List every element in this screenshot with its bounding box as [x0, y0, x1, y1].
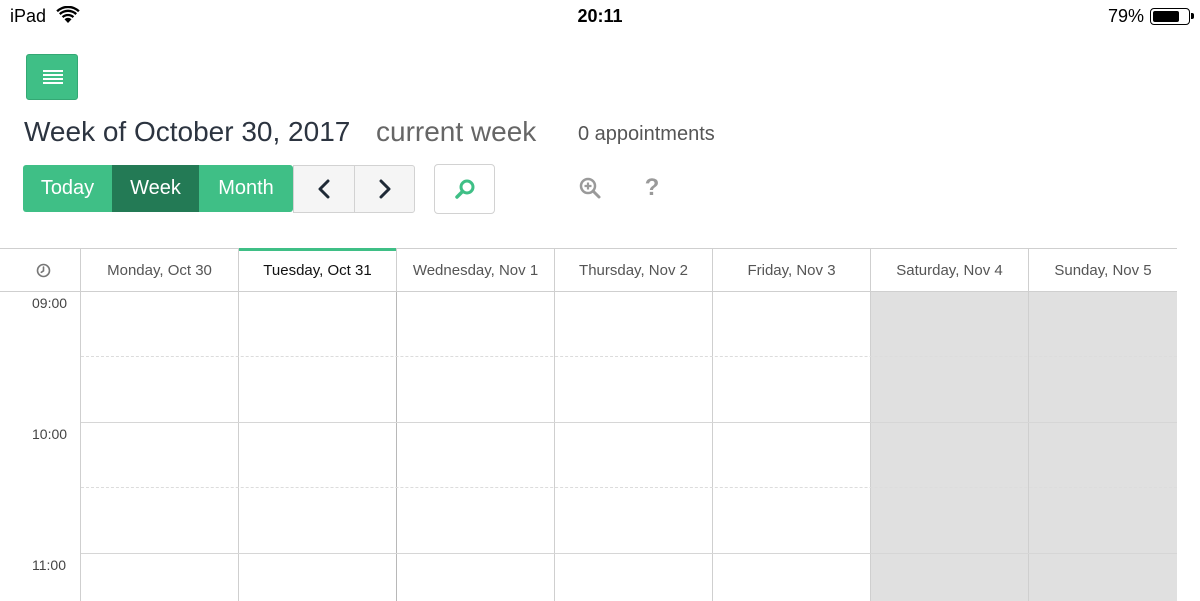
half-hour-line: [81, 356, 1177, 357]
battery-icon: [1150, 8, 1194, 25]
menu-button[interactable]: [26, 54, 78, 100]
battery-percent: 79%: [1107, 6, 1144, 26]
clock-icon: [36, 263, 51, 278]
search-button[interactable]: [434, 164, 495, 214]
chevron-left-icon: [318, 179, 330, 199]
page-title: Week of October 30, 2017: [24, 116, 351, 147]
hamburger-menu-icon: [43, 70, 63, 85]
help-button[interactable]: ?: [640, 174, 664, 202]
search-icon: [454, 179, 474, 199]
day-column-wed[interactable]: [397, 292, 555, 601]
day-header-sun[interactable]: Sunday, Nov 5: [1029, 249, 1177, 291]
day-header-mon[interactable]: Monday, Oct 30: [81, 249, 239, 291]
week-view-button[interactable]: Week: [112, 165, 199, 212]
day-header-sat[interactable]: Saturday, Nov 4: [871, 249, 1029, 291]
time-label-0900: 09:00: [32, 295, 68, 311]
zoom-in-icon: [579, 177, 601, 199]
today-button[interactable]: Today: [23, 165, 112, 212]
day-column-mon[interactable]: [81, 292, 239, 601]
clock-time: 20:11: [577, 6, 623, 26]
chevron-right-icon: [379, 179, 390, 199]
day-header-wed[interactable]: Wednesday, Nov 1: [397, 249, 555, 291]
status-bar: iPad 20:11 79%: [0, 0, 1200, 32]
day-column-sun[interactable]: [1029, 292, 1177, 601]
week-navigation: [293, 165, 415, 213]
time-column-header: [0, 249, 81, 291]
day-header-tue[interactable]: Tuesday, Oct 31: [239, 248, 397, 291]
zoom-in-button[interactable]: [578, 176, 602, 200]
half-hour-line: [81, 487, 1177, 488]
view-switcher: Today Week Month: [23, 165, 293, 212]
previous-week-button[interactable]: [294, 166, 354, 212]
day-column-fri[interactable]: [713, 292, 871, 601]
hour-line: [81, 422, 1177, 423]
day-header-fri[interactable]: Friday, Nov 3: [713, 249, 871, 291]
day-column-tue[interactable]: [239, 292, 397, 601]
hour-line: [81, 553, 1177, 554]
battery-fill: [1153, 11, 1180, 22]
day-header-thu[interactable]: Thursday, Nov 2: [555, 249, 713, 291]
time-column: 09:00 10:00 11:00: [0, 292, 81, 601]
time-label-1100: 11:00: [32, 557, 66, 573]
time-label-1000: 10:00: [32, 426, 68, 442]
day-column-sat[interactable]: [871, 292, 1029, 601]
calendar-header: Monday, Oct 30 Tuesday, Oct 31 Wednesday…: [0, 248, 1177, 292]
appointment-count: 0 appointments: [578, 123, 715, 145]
day-column-thu[interactable]: [555, 292, 713, 601]
calendar-grid: 09:00 10:00 11:00: [0, 292, 1177, 601]
week-calendar: Monday, Oct 30 Tuesday, Oct 31 Wednesday…: [0, 248, 1177, 601]
next-week-button[interactable]: [354, 166, 414, 212]
month-view-button[interactable]: Month: [199, 165, 293, 212]
current-week-label: current week: [376, 116, 537, 147]
